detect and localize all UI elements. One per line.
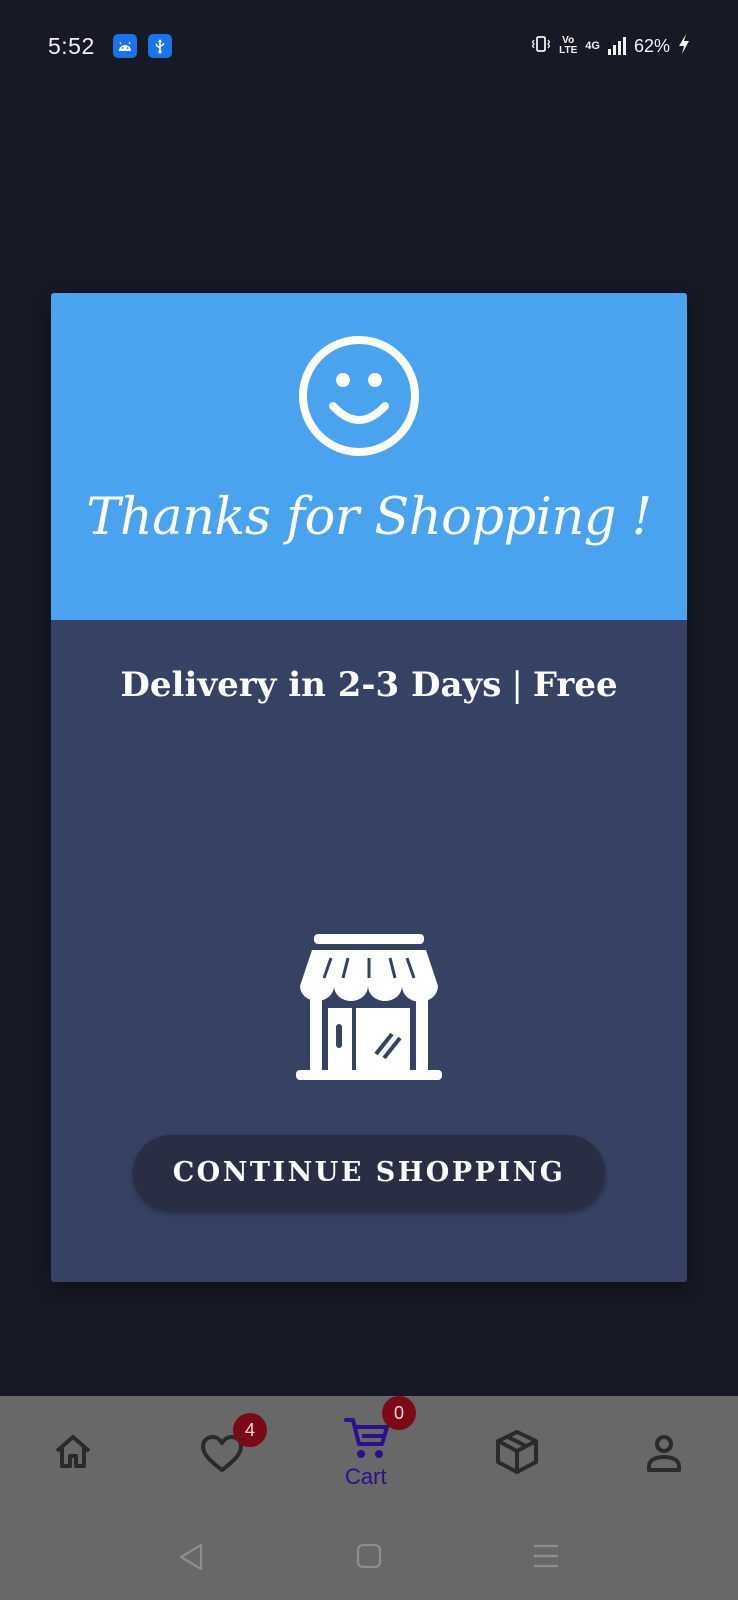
home-square-icon[interactable] [355, 1542, 383, 1570]
nav-profile[interactable] [636, 1396, 692, 1504]
volte-indicator: Vo LTE [559, 35, 578, 56]
package-icon [496, 1430, 538, 1474]
cart-label: Cart [345, 1464, 387, 1489]
system-nav-bar [0, 1504, 738, 1600]
nav-orders[interactable] [486, 1396, 552, 1504]
charging-icon [678, 33, 690, 60]
usb-icon [147, 34, 172, 58]
home-icon [55, 1435, 91, 1468]
nav-wishlist[interactable]: 4 [190, 1396, 280, 1504]
android-icon [112, 34, 137, 58]
signal-icon [607, 37, 626, 55]
delivery-info: Delivery in 2-3 Days | Free [51, 665, 687, 705]
smiley-icon [299, 336, 419, 456]
vibrate-icon [531, 34, 551, 59]
network-type: 4G [585, 40, 600, 52]
wishlist-badge: 4 [233, 1413, 267, 1447]
bottom-nav: 4 0 Cart [0, 1396, 738, 1504]
delivery-separator: | [511, 665, 523, 705]
back-icon[interactable] [176, 1542, 206, 1572]
continue-shopping-button[interactable]: CONTINUE SHOPPING [133, 1135, 605, 1210]
thanks-title: Thanks for Shopping ! [86, 488, 652, 547]
card-header: Thanks for Shopping ! [51, 293, 687, 620]
delivery-cost: Free [532, 665, 618, 705]
user-icon [647, 1435, 681, 1472]
status-time: 5:52 [48, 32, 95, 59]
delivery-time: Delivery in 2-3 Days [120, 665, 502, 705]
menu-icon[interactable] [531, 1542, 561, 1570]
order-confirmation-card: Thanks for Shopping ! Delivery in 2-3 Da… [51, 293, 687, 1282]
cart-icon [344, 1418, 389, 1458]
battery-percent: 62% [633, 35, 670, 56]
nav-home[interactable] [40, 1396, 106, 1504]
cart-badge: 0 [382, 1396, 416, 1430]
store-icon [296, 934, 442, 1080]
status-bar: 5:52 Vo LTE 4G 62% [0, 0, 738, 92]
